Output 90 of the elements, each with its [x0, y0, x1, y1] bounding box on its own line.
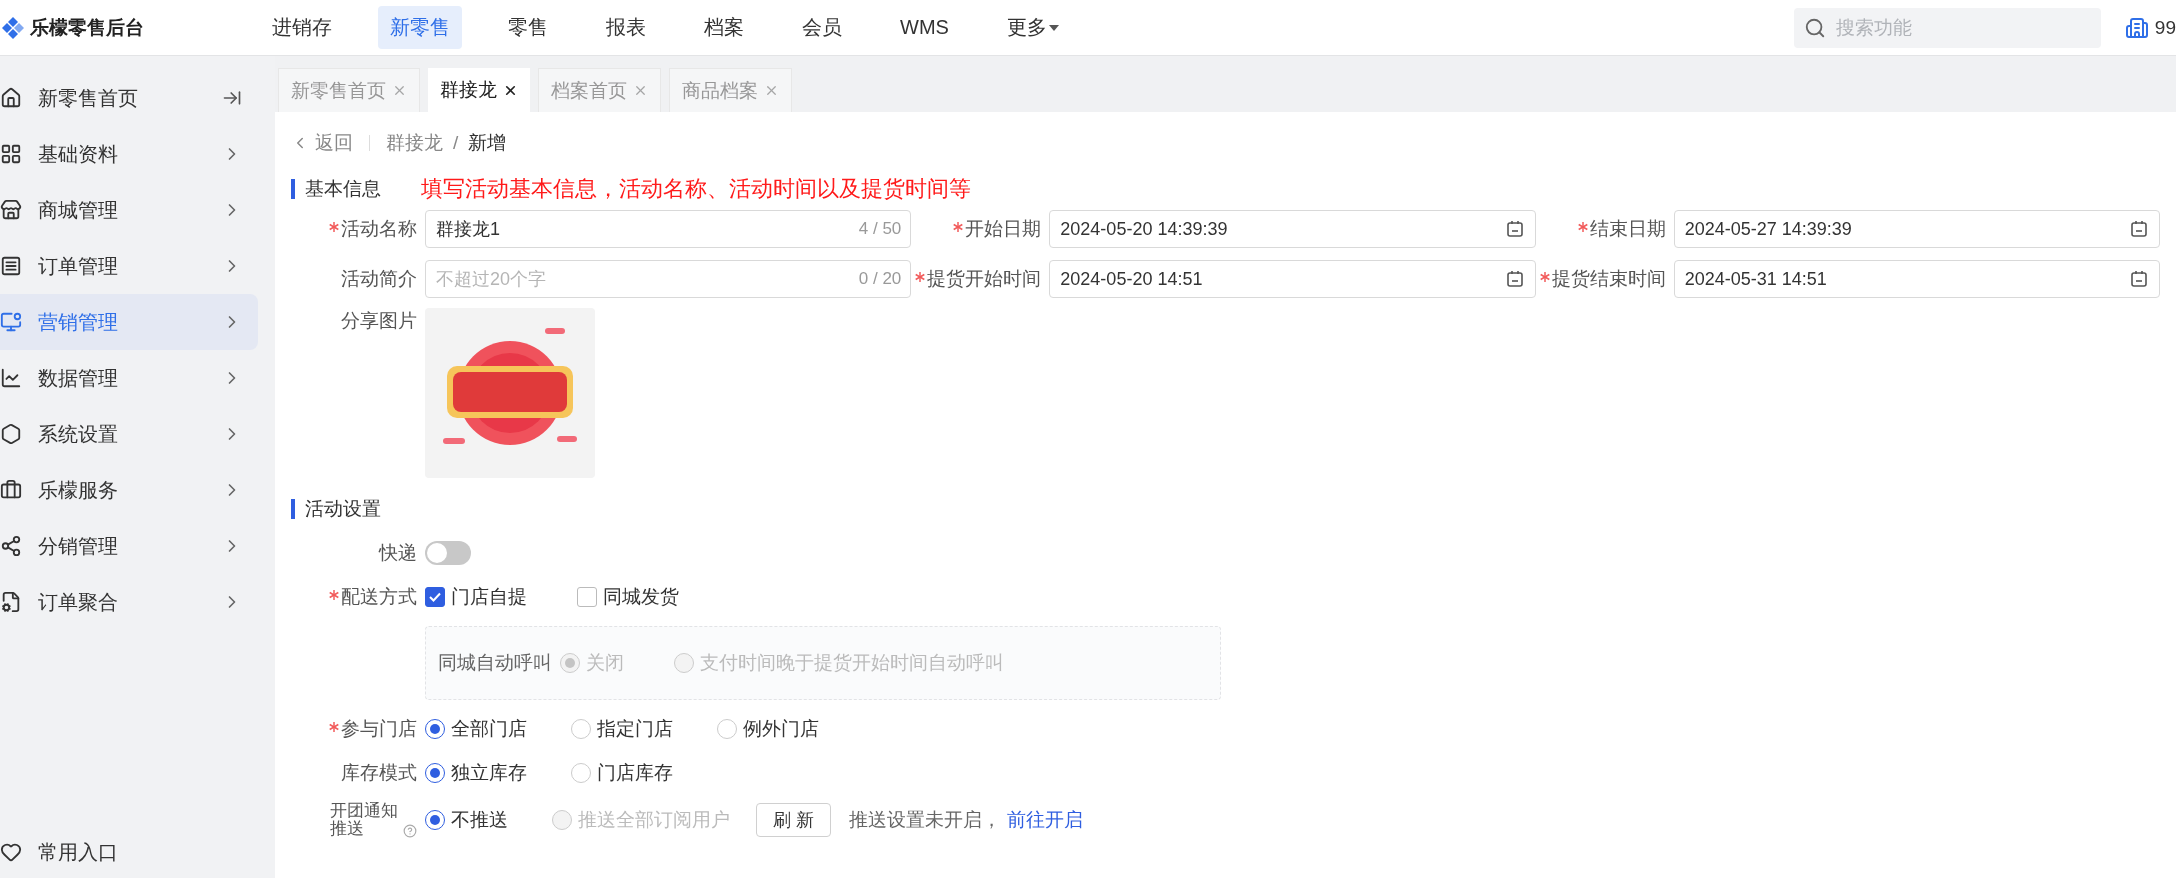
sidebar-item[interactable]: 乐檬服务 — [0, 462, 258, 518]
grid-icon — [0, 143, 22, 165]
field-label: 结束日期 — [1589, 217, 1666, 241]
breadcrumb-item[interactable]: 群接龙 — [386, 130, 443, 156]
date-field[interactable]: 2024-05-31 14:51 — [1673, 260, 2160, 298]
document-gear-icon — [0, 591, 22, 613]
field-label: 同城自动呼叫 — [438, 651, 552, 675]
sidebar-item[interactable]: 基础资料 — [0, 126, 258, 182]
nav-link[interactable]: 零售 — [496, 6, 560, 49]
date-field[interactable]: 2024-05-20 14:39:39 — [1049, 210, 1536, 248]
required-icon — [1577, 222, 1588, 232]
collapse-icon[interactable] — [222, 88, 242, 108]
required-icon — [329, 222, 339, 232]
section-title: 活动设置 — [291, 499, 381, 519]
field-label: 分享图片 — [341, 309, 417, 333]
required-icon — [953, 222, 964, 232]
caret-icon — [1048, 24, 1059, 31]
heart-icon — [0, 841, 22, 863]
breadcrumb-item: 新增 — [468, 131, 507, 155]
checkbox-option[interactable]: 门店自提 — [425, 584, 527, 610]
toggle-switch[interactable] — [425, 541, 471, 565]
checkmark-icon — [428, 590, 442, 604]
sidebar-item[interactable]: 分销管理 — [0, 518, 258, 574]
store-icon — [0, 199, 22, 221]
list-icon — [0, 255, 22, 277]
radio-option[interactable]: 不推送 — [425, 807, 508, 833]
checkbox-option[interactable]: 同城发货 — [577, 584, 679, 610]
account-text[interactable]: 99 — [2154, 16, 2176, 39]
radio-option[interactable]: 门店库存 — [571, 760, 673, 786]
required-icon — [915, 272, 926, 282]
field-label: 配送方式 — [341, 585, 417, 609]
nav-link[interactable]: 更多 — [994, 6, 1071, 49]
radio-option[interactable]: 独立库存 — [425, 760, 527, 786]
field-label: 快递 — [379, 541, 417, 565]
field-label: 活动简介 — [341, 267, 417, 291]
enable-link[interactable]: 前往开启 — [1007, 807, 1083, 833]
field-label: 参与门店 — [341, 717, 417, 741]
date-field[interactable]: 2024-05-20 14:51 — [1049, 260, 1536, 298]
line-chart-icon — [0, 367, 22, 389]
sidebar-item[interactable]: 订单聚合 — [0, 574, 258, 630]
char-counter: 4 / 50 — [858, 219, 902, 239]
sidebar-item[interactable]: 系统设置 — [0, 406, 258, 462]
logo-icon — [2, 16, 24, 39]
app-title: 乐檬零售后台 — [30, 15, 144, 40]
nav-link[interactable]: 档案 — [692, 6, 756, 49]
field-label: 库存模式 — [341, 761, 417, 785]
sidebar-item[interactable]: 营销管理 — [0, 294, 258, 350]
briefcase-icon — [0, 479, 22, 501]
back-link[interactable]: 返回 — [291, 130, 353, 156]
nav-link[interactable]: 新零售 — [378, 6, 462, 49]
sidebar-item[interactable]: 数据管理 — [0, 350, 258, 406]
settings-icon — [0, 423, 22, 445]
field-label: 提货开始时间 — [927, 267, 1042, 291]
sidebar-item[interactable]: 订单管理 — [0, 238, 258, 294]
search-field[interactable]: 搜索功能 — [1793, 7, 2101, 48]
home-icon — [0, 87, 22, 109]
monitor-icon — [0, 311, 22, 333]
share-icon — [0, 535, 22, 557]
required-icon — [329, 590, 339, 600]
char-counter: 0 / 20 — [858, 269, 902, 289]
calendar-icon[interactable] — [1505, 220, 1524, 238]
nav-link[interactable]: 报表 — [594, 6, 658, 49]
nav-link[interactable]: 进销存 — [260, 6, 344, 49]
nav-link[interactable]: 会员 — [790, 6, 854, 49]
breadcrumb-separator: / — [453, 132, 459, 154]
radio-option[interactable]: 例外门店 — [717, 716, 819, 742]
calendar-icon[interactable] — [2130, 270, 2148, 288]
required-icon — [329, 722, 339, 732]
page-tab[interactable]: 群接龙 — [428, 68, 530, 112]
date-field[interactable]: 2024-05-27 14:39:39 — [1673, 210, 2160, 248]
building-icon[interactable] — [2124, 15, 2149, 40]
field-label: 提货结束时间 — [1551, 267, 1666, 291]
annotation-text: 填写活动基本信息，活动名称、活动时间以及提货时间等 — [421, 175, 971, 203]
nav-link[interactable]: WMS — [888, 8, 961, 47]
radio-option[interactable]: 全部门店 — [425, 716, 527, 742]
field-label: 开团通知推送 — [329, 802, 399, 838]
field-label: 开始日期 — [965, 217, 1042, 241]
section-title: 基本信息 — [291, 179, 381, 199]
refresh-button[interactable]: 刷 新 — [756, 803, 831, 837]
calendar-icon[interactable] — [2130, 220, 2148, 238]
search-icon — [1803, 16, 1826, 39]
required-icon — [1539, 272, 1550, 282]
favorites-link[interactable]: 常用入口 — [38, 838, 275, 866]
calendar-icon[interactable] — [1505, 270, 1524, 288]
sidebar-item[interactable]: 商城管理 — [0, 182, 258, 238]
push-status-text: 推送设置未开启， — [849, 808, 1001, 832]
promo-badge-drawing[interactable] — [425, 308, 595, 478]
radio-option[interactable]: 指定门店 — [571, 716, 673, 742]
sidebar-item[interactable]: 新零售首页 — [0, 70, 258, 126]
field-label: 活动名称 — [341, 217, 417, 241]
